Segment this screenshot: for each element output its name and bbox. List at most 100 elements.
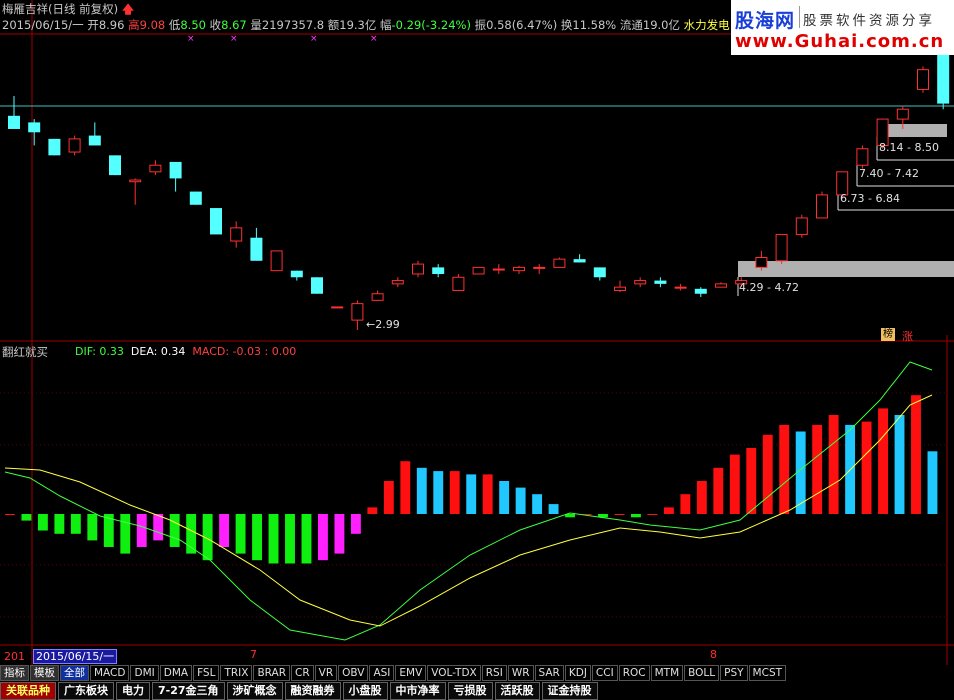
macd-bar [482, 474, 493, 514]
title-row: 梅雁吉祥(日线 前复权) 🡅 [2, 2, 134, 17]
macd-bar [219, 514, 230, 547]
indicator-tab[interactable]: RSI [481, 665, 507, 681]
rank-badge[interactable]: 榜 [881, 328, 895, 341]
signal-mark: × [230, 34, 238, 44]
related-tab[interactable]: 电力 [116, 682, 150, 700]
related-tab[interactable]: 融资融券 [284, 682, 341, 700]
candle-body [715, 283, 727, 288]
macd-bar [235, 514, 246, 554]
candle-body [634, 280, 647, 285]
candle-body [68, 138, 81, 153]
indicator-tab[interactable]: 模板 [30, 665, 59, 681]
macd-bar [153, 514, 164, 541]
indicator-tab[interactable]: MTM [650, 665, 684, 681]
candle-body [513, 266, 525, 272]
indicator-tab[interactable]: SAR [534, 665, 564, 681]
candle-body [230, 227, 243, 242]
candle-body [533, 266, 546, 269]
indicator-tab[interactable]: MCST [748, 665, 787, 681]
indicator-tab[interactable]: WR [507, 665, 534, 681]
axis-month-7: 7 [250, 648, 257, 661]
amount-value: 19.3亿 [339, 18, 377, 32]
related-tab-bar: 关联品种 广东板块 电力 7-27金三角 涉矿概念 融资融券 小盘股 中市净率 亏损股 活跃股 证金… [0, 682, 954, 700]
dea-value: 0.34 [160, 345, 186, 358]
macd-bar [268, 514, 279, 564]
dea-label: DEA: [130, 345, 158, 358]
turnover-label: 换 [560, 18, 573, 32]
indicator-tab[interactable]: BRAR [253, 665, 290, 681]
indicator-name[interactable]: 翻红就买 [2, 344, 48, 360]
candle-body [593, 267, 606, 278]
macd-bar [37, 514, 48, 531]
logo-tagline: 股票软件资源分享 [803, 13, 935, 29]
indicator-tab[interactable]: PSY [720, 665, 748, 681]
macd-bar [878, 408, 888, 514]
candle-body [8, 115, 20, 129]
signal-mark: × [187, 34, 195, 44]
candle-body [795, 217, 808, 235]
indicator-tab[interactable]: OBV [338, 665, 369, 681]
indicator-tab[interactable]: CR [291, 665, 314, 681]
related-tab[interactable]: 关联品种 [0, 682, 56, 700]
rise-badge[interactable]: 涨 [902, 328, 913, 344]
indicator-tab[interactable]: BOLL [684, 665, 720, 681]
candle-body [290, 270, 303, 278]
candle-body [311, 277, 323, 294]
indicator-tab[interactable]: VOL-TDX [427, 665, 481, 681]
candle-body [816, 194, 828, 219]
macd-bar [383, 481, 394, 514]
sector-label[interactable]: 水力发电 [684, 18, 730, 32]
macd-bar [301, 514, 312, 564]
indicator-tab[interactable]: CCI [591, 665, 618, 681]
related-tab[interactable]: 广东板块 [58, 682, 114, 700]
volume-value: 2197357.8 [261, 18, 325, 32]
macd-bar [416, 467, 427, 514]
candle-body [371, 293, 384, 301]
macd-bar [861, 421, 872, 514]
related-tab[interactable]: 7-27金三角 [152, 682, 225, 700]
stock-title[interactable]: 梅雁吉祥(日线 前复权) [2, 2, 118, 16]
indicator-tab[interactable]: VR [314, 665, 338, 681]
low-label: 低 [168, 18, 181, 32]
indicator-tab[interactable]: TRIX [220, 665, 253, 681]
macd-bar [828, 415, 839, 514]
indicator-tab[interactable]: FSL [193, 665, 220, 681]
candle-body [472, 266, 485, 275]
candle-body [856, 148, 869, 166]
macd-bar [433, 471, 444, 514]
macd-bar [812, 424, 823, 514]
related-tab[interactable]: 小盘股 [342, 682, 388, 700]
related-tab[interactable]: 中市净率 [389, 682, 446, 700]
indicator-tab[interactable]: ASI [369, 665, 395, 681]
high-label: 高 [128, 18, 140, 32]
indicator-tab[interactable]: ROC [618, 665, 650, 681]
indicator-tab[interactable]: KDJ [564, 665, 591, 681]
macd-bar [87, 514, 98, 541]
indicator-tab[interactable]: EMV [395, 665, 427, 681]
site-logo[interactable]: 股海网 股票软件资源分享 www.Guhai.com.cn [731, 0, 954, 55]
indicator-tab[interactable]: 指标 [0, 665, 29, 681]
related-tab[interactable]: 亏损股 [447, 682, 493, 700]
signal-mark: × [370, 34, 378, 44]
related-tab[interactable]: 活跃股 [494, 682, 540, 700]
quote-row: 2015/06/15/一 开8.96 高9.08 低8.50 收8.67 量21… [2, 18, 730, 33]
candle-body [88, 135, 101, 146]
logo-line1: 股海网 [735, 10, 796, 32]
indicator-tab[interactable]: MACD [90, 665, 130, 681]
amount-label: 额 [327, 18, 340, 32]
candle-body [129, 179, 142, 183]
indicator-tab[interactable]: DMA [159, 665, 193, 681]
macd-bar [779, 424, 790, 514]
related-tab[interactable]: 涉矿概念 [226, 682, 283, 700]
candle-body [573, 259, 586, 263]
open-label: 开 [87, 18, 99, 32]
macd-value: -0.03 [232, 345, 262, 358]
candle-body [896, 108, 909, 120]
date-cursor-badge: 2015/06/15/一 [33, 649, 118, 664]
indicator-tab[interactable]: 全部 [60, 665, 89, 681]
indicator-tab[interactable]: DMI [130, 665, 159, 681]
related-tab[interactable]: 证金持股 [541, 682, 598, 700]
logo-url: www.Guhai.com.cn [735, 31, 945, 52]
macd-extra: : 0.00 [264, 345, 297, 358]
open-value: 8.96 [98, 18, 125, 32]
